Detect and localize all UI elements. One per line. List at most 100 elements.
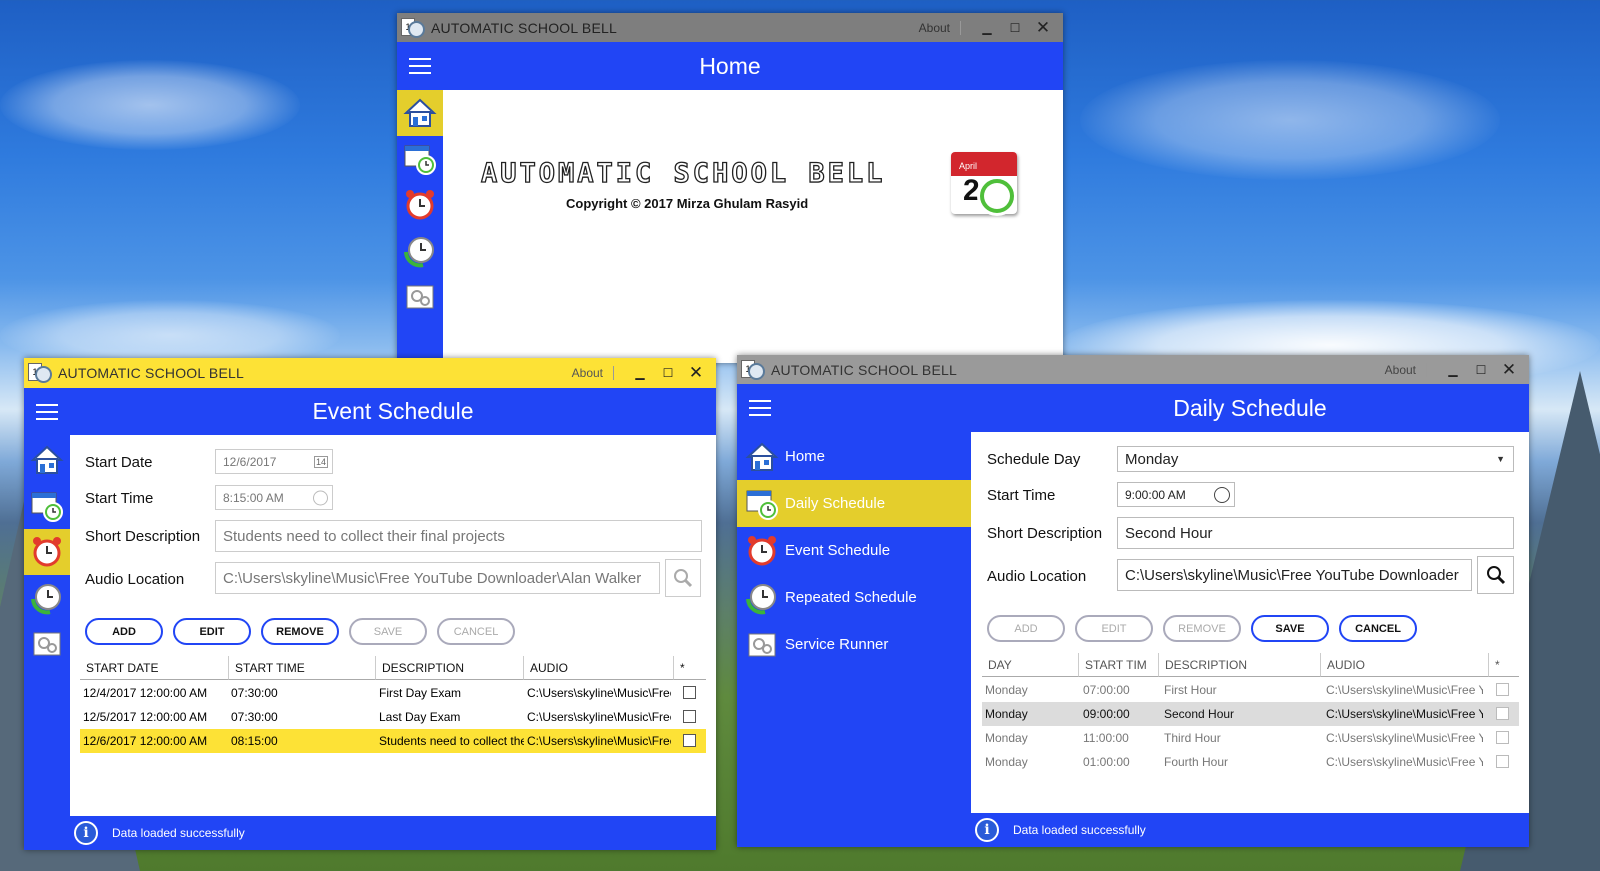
day-cell: Monday (985, 731, 1028, 745)
edit-button[interactable]: EDIT (1075, 615, 1153, 642)
repeat-clock-icon (404, 237, 434, 268)
table-row-selected[interactable]: Monday 09:00:00 Second Hour C:\Users\sky… (982, 702, 1519, 726)
browse-audio-button[interactable] (665, 559, 701, 597)
alarm-clock-icon (748, 535, 776, 565)
row-checkbox[interactable] (1496, 731, 1509, 744)
event-titlebar[interactable]: 1 AUTOMATIC SCHOOL BELL About ▁ ☐ ✕ (24, 358, 716, 388)
nav-service-runner[interactable] (24, 621, 70, 667)
remove-button[interactable]: REMOVE (261, 618, 339, 645)
calendar-clock-icon (404, 145, 436, 175)
minimize-button[interactable]: ▁ (973, 21, 1001, 35)
start-time-picker[interactable]: 9:00:00 AM (1117, 482, 1235, 507)
column-header-start-time[interactable]: START TIME (228, 656, 375, 680)
row-checkbox[interactable] (683, 710, 696, 723)
audio-cell: C:\Users\skyline\Music\Free Yo (1326, 731, 1483, 745)
about-link[interactable]: About (1385, 363, 1416, 377)
menu-item-daily-schedule[interactable]: Daily Schedule (737, 480, 971, 527)
column-header-start-time[interactable]: START TIM (1078, 653, 1158, 677)
menu-item-event-schedule[interactable]: Event Schedule (737, 527, 971, 574)
minimize-button[interactable]: ▁ (626, 366, 654, 380)
about-link[interactable]: About (919, 21, 950, 35)
short-description-input[interactable]: Students need to collect their final pro… (215, 520, 702, 552)
minimize-button[interactable]: ▁ (1439, 363, 1467, 377)
audio-location-input[interactable]: C:\Users\skyline\Music\Free YouTube Down… (1117, 559, 1472, 591)
day-cell: Monday (985, 683, 1028, 697)
menu-item-repeated-schedule[interactable]: Repeated Schedule (737, 574, 971, 621)
close-button[interactable]: ✕ (1495, 360, 1523, 380)
row-checkbox[interactable] (1496, 755, 1509, 768)
start-date-cell: 12/4/2017 12:00:00 AM (83, 686, 208, 700)
save-button[interactable]: SAVE (349, 618, 427, 645)
column-header-description[interactable]: DESCRIPTION (375, 656, 523, 680)
table-row[interactable]: 12/5/2017 12:00:00 AM 07:30:00 Last Day … (80, 705, 706, 729)
audio-location-label: Audio Location (85, 571, 185, 588)
menu-item-service-runner[interactable]: Service Runner (737, 621, 971, 668)
app-icon: 1 (741, 358, 765, 382)
nav-home[interactable] (24, 437, 70, 483)
status-text: Data loaded successfully (112, 826, 245, 840)
nav-repeated-schedule[interactable] (24, 575, 70, 621)
maximize-button[interactable]: ☐ (654, 366, 682, 380)
cancel-button[interactable]: CANCEL (437, 618, 515, 645)
event-schedule-window: 1 AUTOMATIC SCHOOL BELL About ▁ ☐ ✕ Even… (24, 358, 716, 850)
row-checkbox[interactable] (683, 686, 696, 699)
description-cell: Fourth Hour (1164, 755, 1229, 769)
calendar-clock-icon (746, 490, 778, 520)
hamburger-menu-icon[interactable] (36, 404, 58, 420)
status-bar: i Data loaded successfully (737, 813, 1529, 847)
table-row[interactable]: Monday 01:00:00 Fourth Hour C:\Users\sky… (982, 750, 1519, 774)
status-bar: i Data loaded successfully (24, 816, 716, 850)
nav-event-schedule[interactable] (24, 529, 70, 575)
nav-event-schedule[interactable] (397, 182, 443, 228)
close-button[interactable]: ✕ (682, 363, 710, 383)
start-time-value: 8:15:00 AM (223, 490, 284, 505)
row-checkbox[interactable] (1496, 683, 1509, 696)
table-row[interactable]: 12/4/2017 12:00:00 AM 07:30:00 First Day… (80, 681, 706, 705)
menu-item-home[interactable]: Home (737, 433, 971, 480)
nav-home[interactable] (397, 90, 443, 136)
hamburger-menu-icon[interactable] (749, 400, 771, 416)
short-description-label: Short Description (987, 525, 1103, 542)
column-header-select[interactable]: * (673, 656, 706, 680)
browse-audio-button[interactable] (1477, 556, 1514, 594)
home-titlebar[interactable]: 1 AUTOMATIC SCHOOL BELL About ▁ ☐ ✕ (397, 13, 1063, 42)
clock-icon[interactable] (1214, 486, 1230, 503)
add-button[interactable]: ADD (987, 615, 1065, 642)
cancel-button[interactable]: CANCEL (1339, 615, 1417, 642)
daily-titlebar[interactable]: 1 AUTOMATIC SCHOOL BELL About ▁ ☐ ✕ (737, 355, 1529, 384)
remove-button[interactable]: REMOVE (1163, 615, 1241, 642)
start-time-picker[interactable]: 8:15:00 AM (215, 485, 333, 510)
about-link[interactable]: About (572, 366, 603, 380)
table-row[interactable]: Monday 11:00:00 Third Hour C:\Users\skyl… (982, 726, 1519, 750)
start-date-picker[interactable]: 12/6/2017 14 (215, 449, 333, 474)
nav-repeated-schedule[interactable] (397, 228, 443, 274)
start-time-cell: 01:00:00 (1083, 755, 1130, 769)
row-checkbox[interactable] (683, 734, 696, 747)
short-description-input[interactable]: Second Hour (1117, 517, 1514, 549)
save-button[interactable]: SAVE (1251, 615, 1329, 642)
edit-button[interactable]: EDIT (173, 618, 251, 645)
table-row-selected[interactable]: 12/6/2017 12:00:00 AM 08:15:00 Students … (80, 729, 706, 753)
calendar-icon[interactable]: 14 (313, 455, 328, 468)
column-header-description[interactable]: DESCRIPTION (1158, 653, 1320, 677)
row-checkbox[interactable] (1496, 707, 1509, 720)
audio-location-input[interactable]: C:\Users\skyline\Music\Free YouTube Down… (215, 562, 660, 594)
column-header-audio[interactable]: AUDIO (523, 656, 673, 680)
maximize-button[interactable]: ☐ (1467, 363, 1495, 377)
column-header-select[interactable]: * (1488, 653, 1519, 677)
table-row[interactable]: Monday 07:00:00 First Hour C:\Users\skyl… (982, 678, 1519, 702)
clock-icon[interactable] (313, 490, 328, 505)
add-button[interactable]: ADD (85, 618, 163, 645)
column-header-start-date[interactable]: START DATE (80, 656, 228, 680)
nav-service-runner[interactable] (397, 274, 443, 320)
column-header-day[interactable]: DAY (982, 653, 1078, 677)
schedule-day-select[interactable]: Monday ▼ (1117, 446, 1514, 472)
column-header-audio[interactable]: AUDIO (1320, 653, 1488, 677)
close-button[interactable]: ✕ (1029, 18, 1057, 38)
maximize-button[interactable]: ☐ (1001, 21, 1029, 35)
nav-daily-schedule[interactable] (397, 136, 443, 182)
schedule-day-value: Monday (1125, 450, 1179, 468)
nav-daily-schedule[interactable] (24, 483, 70, 529)
app-icon: 1 (401, 16, 425, 40)
daily-form: Schedule Day Monday ▼ Start Time 9:00:00… (971, 432, 1529, 813)
